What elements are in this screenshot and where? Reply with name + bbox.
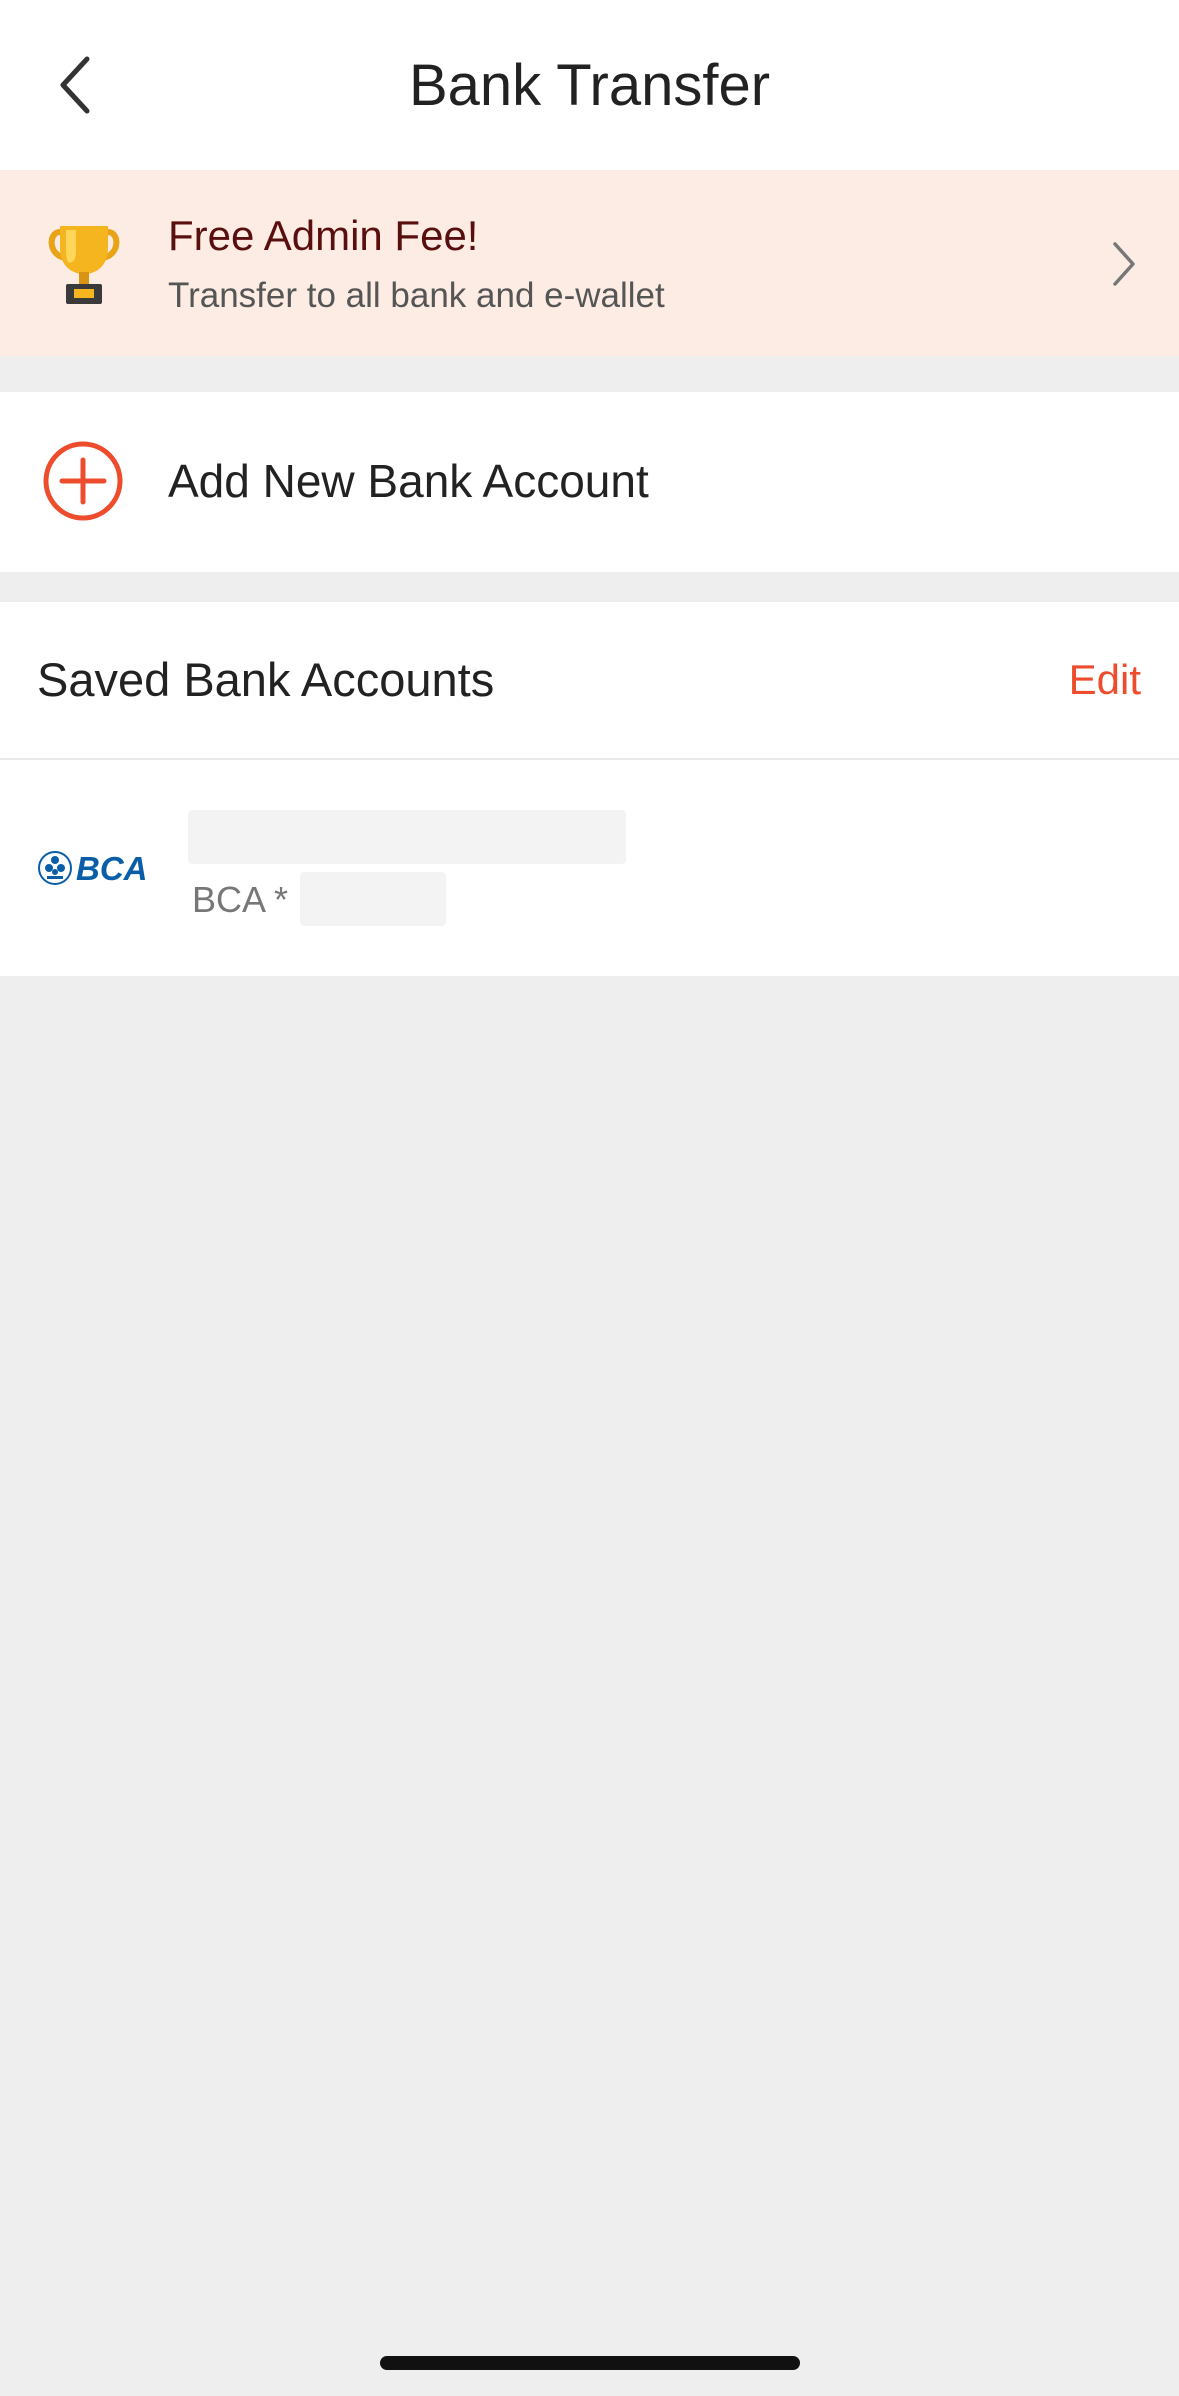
bca-logo-text: BCA bbox=[76, 850, 148, 887]
add-new-bank-account-label[interactable]: Add New Bank Account bbox=[168, 450, 649, 512]
trophy-icon bbox=[48, 226, 120, 304]
redacted-account-name bbox=[188, 810, 626, 864]
bca-logo: BCA bbox=[38, 850, 148, 887]
top-app-bar: Bank Transfer bbox=[0, 0, 1179, 170]
page-title: Bank Transfer bbox=[408, 53, 771, 118]
saved-accounts-title: Saved Bank Accounts bbox=[37, 653, 495, 706]
home-indicator bbox=[380, 2356, 800, 2370]
promo-subtitle: Transfer to all bank and e-wallet bbox=[168, 276, 665, 315]
saved-bank-account-row[interactable] bbox=[0, 760, 1179, 976]
promo-title: Free Admin Fee! bbox=[168, 212, 479, 259]
redacted-account-number bbox=[300, 872, 446, 926]
edit-button[interactable]: Edit bbox=[1069, 650, 1141, 710]
chevron-right-icon bbox=[1113, 242, 1135, 286]
free-admin-fee-banner[interactable]: Free Admin Fee! Transfer to all bank and… bbox=[0, 170, 1179, 356]
bank-account-subtitle: BCA * bbox=[192, 879, 289, 920]
plus-circle-icon bbox=[43, 441, 123, 521]
